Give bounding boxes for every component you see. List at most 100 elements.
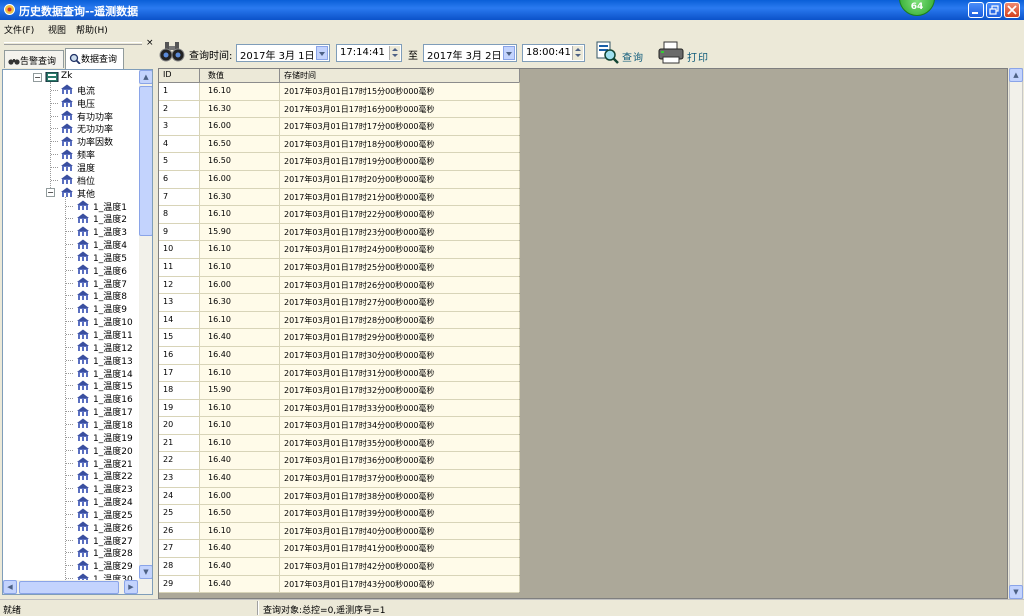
table-row[interactable]: 10 16.10 2017年03月01日17时24分00秒000毫秒 <box>159 241 520 259</box>
panel-grip[interactable] <box>4 42 142 45</box>
print-button[interactable]: 打印 <box>657 40 715 65</box>
table-row[interactable]: 8 16.10 2017年03月01日17时22分00秒000毫秒 <box>159 206 520 224</box>
cell-id: 29 <box>159 575 200 593</box>
table-row[interactable]: 22 16.40 2017年03月01日17时36分00秒000毫秒 <box>159 452 520 471</box>
cell-id: 8 <box>159 206 200 223</box>
collapse-icon[interactable]: − <box>33 73 42 82</box>
table-row[interactable]: 19 16.10 2017年03月01日17时33分00秒000毫秒 <box>159 399 520 418</box>
scroll-left-icon[interactable]: ◀ <box>3 580 17 594</box>
table-row[interactable]: 16 16.40 2017年03月01日17时30分00秒000毫秒 <box>159 346 520 365</box>
cell-time: 2017年03月01日17时39分00秒000毫秒 <box>280 505 520 522</box>
tree-view[interactable]: − Zk 电流 电压 有功功率 无功功率 功率因数 频率 温度 档位 − 其他 1_温度1 1_温度2 1_… <box>2 69 153 595</box>
restore-button[interactable] <box>986 2 1002 18</box>
grid-vertical-scrollbar[interactable]: ▲ ▼ <box>1009 68 1023 599</box>
spin-icon[interactable] <box>572 46 583 60</box>
minimize-button[interactable] <box>968 2 984 18</box>
close-button[interactable] <box>1004 2 1020 18</box>
scroll-thumb[interactable] <box>139 86 152 236</box>
table-row[interactable]: 9 15.90 2017年03月01日17时23分00秒000毫秒 <box>159 223 520 242</box>
table-row[interactable]: 25 16.50 2017年03月01日17时39分00秒000毫秒 <box>159 505 520 523</box>
cell-time: 2017年03月01日17时34分00秒000毫秒 <box>280 417 520 434</box>
table-row[interactable]: 27 16.40 2017年03月01日17时41分00秒000毫秒 <box>159 540 520 559</box>
tree-horizontal-scrollbar[interactable]: ◀ ▶ <box>3 580 152 594</box>
table-row[interactable]: 28 16.40 2017年03月01日17时42分00秒000毫秒 <box>159 558 520 576</box>
menu-file[interactable]: 文件(F) <box>4 23 34 36</box>
cell-time: 2017年03月01日17时25分00秒000毫秒 <box>280 258 520 276</box>
tree-guide <box>51 166 58 168</box>
table-row[interactable]: 21 16.10 2017年03月01日17时35分00秒000毫秒 <box>159 434 520 453</box>
scroll-up-icon[interactable]: ▲ <box>1009 68 1023 82</box>
table-row[interactable]: 13 16.30 2017年03月01日17时27分00秒000毫秒 <box>159 294 520 312</box>
scroll-down-icon[interactable]: ▼ <box>139 565 152 579</box>
table-row[interactable]: 24 16.00 2017年03月01日17时38分00秒000毫秒 <box>159 487 520 506</box>
spin-icon[interactable] <box>389 46 400 60</box>
table-row[interactable]: 26 16.10 2017年03月01日17时40分00秒000毫秒 <box>159 522 520 541</box>
cell-value: 16.40 <box>200 575 280 593</box>
cell-value: 16.40 <box>200 329 280 346</box>
start-time-picker[interactable]: 17:14:41 <box>336 44 402 62</box>
query-button[interactable]: 查询 <box>594 40 650 65</box>
table-row[interactable]: 14 16.10 2017年03月01日17时28分00秒000毫秒 <box>159 311 520 330</box>
tag-icon <box>77 264 89 275</box>
table-row[interactable]: 6 16.00 2017年03月01日17时20分00秒000毫秒 <box>159 170 520 189</box>
tree-guide <box>66 526 73 528</box>
cell-time: 2017年03月01日17时17分00秒000毫秒 <box>280 118 520 135</box>
panel-close-icon[interactable]: × <box>146 38 154 48</box>
tree-guide <box>66 565 73 567</box>
column-header-time[interactable]: 存储时间 <box>280 69 520 82</box>
table-row[interactable]: 4 16.50 2017年03月01日17时18分00秒000毫秒 <box>159 135 520 154</box>
table-row[interactable]: 15 16.40 2017年03月01日17时29分00秒000毫秒 <box>159 329 520 347</box>
tab-alarm-query[interactable]: 告警查询 <box>4 50 64 68</box>
menu-help[interactable]: 帮助(H) <box>76 23 108 36</box>
end-time-picker[interactable]: 18:00:41 <box>522 44 585 62</box>
table-row[interactable]: 12 16.00 2017年03月01日17时26分00秒000毫秒 <box>159 276 520 295</box>
cell-value: 16.10 <box>200 434 280 452</box>
cell-value: 16.00 <box>200 170 280 188</box>
notification-badge[interactable]: 64 <box>899 0 935 16</box>
collapse-icon[interactable]: − <box>46 187 55 197</box>
tag-icon <box>61 123 73 133</box>
tree-guide <box>66 359 73 361</box>
table-row[interactable]: 29 16.40 2017年03月01日17时43分00秒000毫秒 <box>159 575 520 594</box>
scroll-right-icon[interactable]: ▶ <box>124 580 138 594</box>
scroll-up-icon[interactable]: ▲ <box>139 70 152 84</box>
cell-value: 16.30 <box>200 188 280 206</box>
chevron-down-icon[interactable] <box>503 46 515 60</box>
cell-time: 2017年03月01日17时28分00秒000毫秒 <box>280 311 520 329</box>
data-grid[interactable]: ID 数值 存储时间 1 16.10 2017年03月01日17时15分00秒000… <box>158 68 1008 599</box>
cell-time: 2017年03月01日17时37分00秒000毫秒 <box>280 470 520 487</box>
cell-time: 2017年03月01日17时27分00秒000毫秒 <box>280 294 520 311</box>
end-date-picker[interactable]: 2017年 3月 2日 <box>423 44 517 62</box>
column-header-id[interactable]: ID <box>159 69 200 82</box>
cell-time: 2017年03月01日17时32分00秒000毫秒 <box>280 382 520 399</box>
column-header-value[interactable]: 数值 <box>200 69 280 82</box>
menu-view[interactable]: 视图 <box>48 23 66 36</box>
grid-body: ID 数值 存储时间 1 16.10 2017年03月01日17时15分00秒000… <box>159 69 520 594</box>
cell-value: 16.40 <box>200 540 280 558</box>
tab-label: 数据查询 <box>81 55 118 65</box>
status-ready: 就绪 <box>3 606 22 616</box>
table-row[interactable]: 17 16.10 2017年03月01日17时31分00秒000毫秒 <box>159 364 520 383</box>
scroll-down-icon[interactable]: ▼ <box>1009 585 1023 599</box>
tree-guide <box>66 372 73 374</box>
start-date-picker[interactable]: 2017年 3月 1日 <box>236 44 330 62</box>
tree-guide <box>66 282 73 284</box>
table-row[interactable]: 23 16.40 2017年03月01日17时37分00秒000毫秒 <box>159 470 520 488</box>
scroll-thumb[interactable] <box>19 581 119 594</box>
tab-data-query[interactable]: 数据查询 <box>65 48 124 69</box>
table-row[interactable]: 20 16.10 2017年03月01日17时34分00秒000毫秒 <box>159 417 520 435</box>
cell-time: 2017年03月01日17时19分00秒000毫秒 <box>280 153 520 170</box>
tree-guide <box>51 89 58 91</box>
tag-icon <box>77 418 89 429</box>
chevron-down-icon[interactable] <box>316 46 328 60</box>
table-row[interactable]: 18 15.90 2017年03月01日17时32分00秒000毫秒 <box>159 382 520 400</box>
table-row[interactable]: 7 16.30 2017年03月01日17时21分00秒000毫秒 <box>159 188 520 207</box>
table-row[interactable]: 3 16.00 2017年03月01日17时17分00秒000毫秒 <box>159 118 520 136</box>
tree-guide <box>51 141 58 143</box>
table-row[interactable]: 1 16.10 2017年03月01日17时15分00秒000毫秒 <box>159 83 520 101</box>
tree-vertical-scrollbar[interactable]: ▲ ▼ <box>139 70 152 580</box>
cell-id: 19 <box>159 399 200 417</box>
table-row[interactable]: 2 16.30 2017年03月01日17时16分00秒000毫秒 <box>159 100 520 119</box>
table-row[interactable]: 5 16.50 2017年03月01日17时19分00秒000毫秒 <box>159 153 520 171</box>
table-row[interactable]: 11 16.10 2017年03月01日17时25分00秒000毫秒 <box>159 258 520 277</box>
